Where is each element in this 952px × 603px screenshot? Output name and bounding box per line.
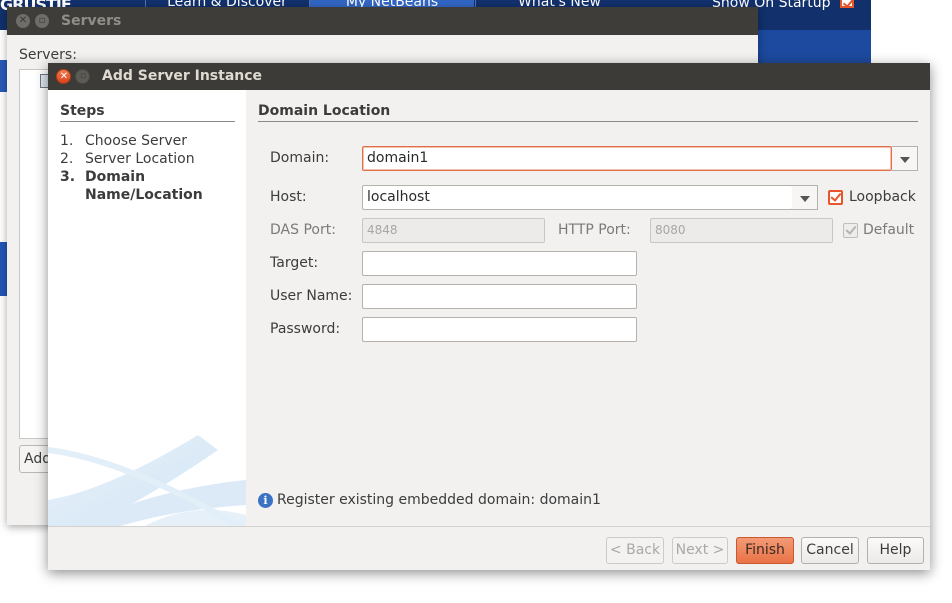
domain-label: Domain: [270,150,330,166]
das-port-label: DAS Port: [270,222,336,238]
divider [60,121,235,122]
chevron-down-icon[interactable] [892,146,918,171]
http-port-field[interactable]: 8080 [650,218,833,243]
step-choose-server: 1. Choose Server [60,133,187,149]
dialog-title-bar[interactable]: ✕ ▫ Add Server Instance [48,63,930,90]
status-message: Register existing embedded domain: domai… [277,492,601,508]
dialog-title: Add Server Instance [102,68,263,84]
section-heading: Domain Location [258,103,391,119]
loopback-checkbox[interactable] [828,190,843,205]
target-label: Target: [270,255,319,271]
steps-heading: Steps [60,103,105,119]
servers-window-title: Servers [61,13,122,29]
host-combobox[interactable]: localhost [362,185,793,210]
minimize-icon[interactable]: ▫ [75,69,90,84]
step-server-location: 2. Server Location [60,151,195,167]
step-label: Server Location [85,151,195,167]
close-icon[interactable]: ✕ [16,14,30,28]
close-icon[interactable]: ✕ [56,69,71,84]
add-server-instance-dialog: ✕ ▫ Add Server Instance Steps 1. Choose S… [48,63,930,570]
loopback-label[interactable]: Loopback [849,189,916,205]
target-field[interactable] [362,251,637,276]
servers-label: Servers: [19,47,77,63]
password-field[interactable] [362,317,637,342]
das-port-field[interactable]: 4848 [362,218,545,243]
step-domain-location: 3. Domain [60,169,145,185]
divider [48,526,930,527]
minimize-icon[interactable]: ▫ [35,14,49,28]
help-button[interactable]: Help [867,537,924,564]
http-port-label: HTTP Port: [558,222,631,238]
password-label: Password: [270,321,341,337]
step-number: 3. [60,169,76,185]
user-name-label: User Name: [270,288,353,304]
show-on-startup-checkbox[interactable] [840,0,854,8]
step-number: 2. [60,151,74,167]
next-button[interactable]: Next > [672,537,728,564]
step-label: Domain [85,169,146,185]
chevron-down-icon[interactable] [792,185,818,210]
info-icon: i [258,493,273,508]
domain-combobox[interactable]: domain1 [362,146,892,171]
default-checkbox[interactable] [843,223,858,238]
host-label: Host: [270,189,307,205]
back-button[interactable]: < Back [606,537,664,564]
user-name-field[interactable] [362,284,637,309]
step-number: 1. [60,133,74,149]
finish-button[interactable]: Finish [736,537,794,564]
divider [258,121,918,122]
steps-pane: Steps 1. Choose Server 2. Server Location … [48,90,246,526]
step-label: Choose Server [85,133,188,149]
servers-title-bar[interactable]: ✕ ▫ Servers [7,7,758,35]
wizard-decoration-art [48,435,246,526]
cancel-button[interactable]: Cancel [801,537,859,564]
default-label[interactable]: Default [863,222,914,238]
step-label-continued: Name/Location [85,187,203,203]
